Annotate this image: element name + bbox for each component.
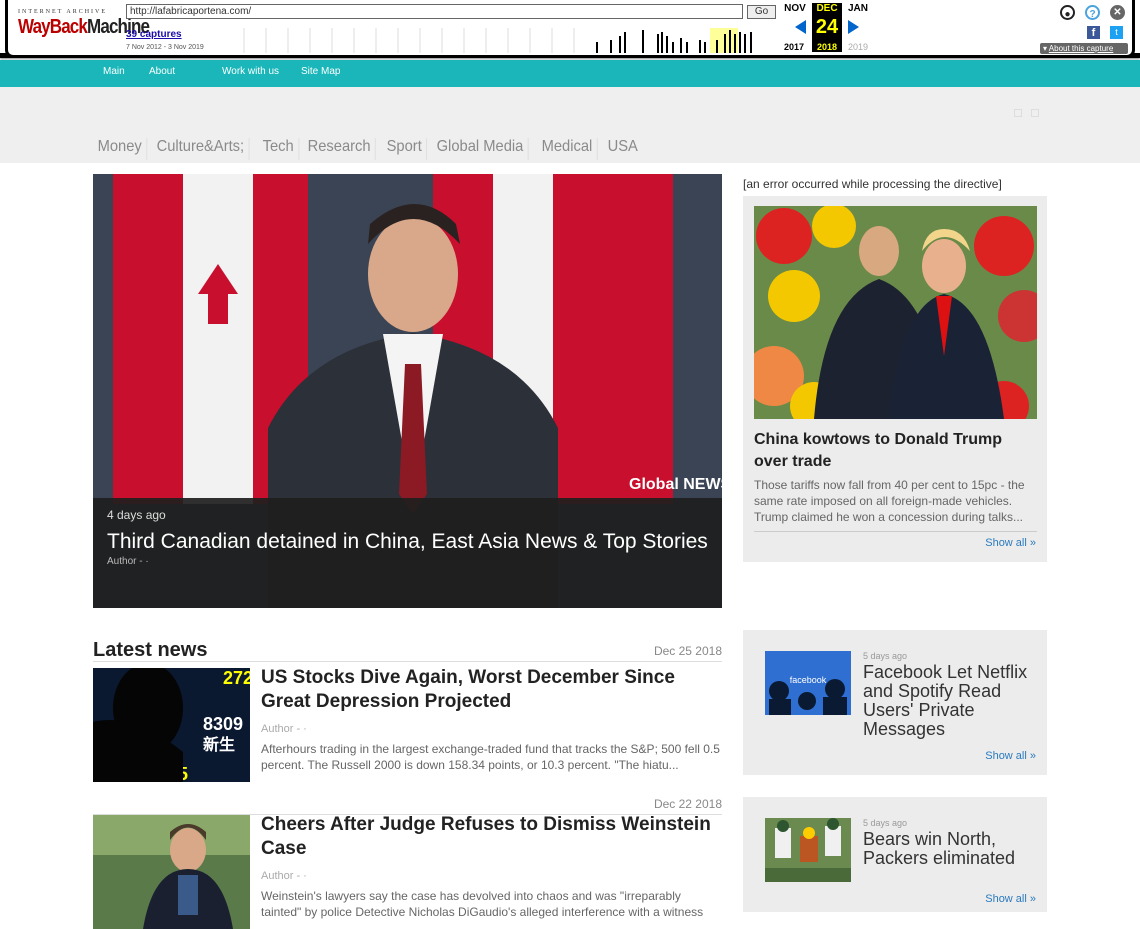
user-icon[interactable]: ●: [1060, 5, 1075, 20]
year-current: 2018: [812, 42, 842, 52]
capture-range: 7 Nov 2012 - 3 Nov 2019: [126, 44, 204, 51]
site-top-nav: Main About Work with us Site Map: [0, 60, 1140, 87]
facebook-story-image[interactable]: facebook: [765, 651, 851, 715]
sidebar-card-facebook: facebook 5 days ago Facebook Let Netflix…: [743, 630, 1047, 775]
sidebar-card-featured: China kowtows to Donald Trump over trade…: [743, 196, 1047, 562]
svg-text:新生: 新生: [203, 735, 235, 754]
category-usa[interactable]: USA: [603, 138, 642, 160]
global-news-logo: Global NEWS: [629, 476, 722, 493]
hero-caption: 4 days ago Third Canadian detained in Ch…: [93, 498, 722, 608]
url-input[interactable]: http://lafabricaportena.com/: [126, 4, 743, 19]
category-medical[interactable]: Medical: [537, 138, 598, 160]
day-current: 24: [812, 13, 842, 42]
news-author: Author - ·: [261, 723, 307, 735]
about-capture-label: About this capture: [1048, 44, 1114, 53]
svg-text:272: 272: [223, 668, 250, 688]
latest-news-heading: Latest news: [93, 639, 208, 661]
svg-text:8309: 8309: [203, 714, 243, 734]
news-summary: Weinstein's lawyers say the case has dev…: [261, 889, 704, 919]
nav-main-link[interactable]: Main: [103, 66, 125, 77]
about-capture-button[interactable]: ▾ About this capture: [1040, 43, 1128, 54]
facebook-story-time: 5 days ago: [863, 651, 908, 661]
divider: [93, 661, 722, 662]
month-prev[interactable]: NOV: [780, 3, 810, 14]
divider: [754, 531, 1037, 532]
hero-timestamp: 4 days ago: [107, 508, 166, 522]
bears-story-title[interactable]: Bears win North, Packers eliminated: [863, 830, 1038, 868]
category-global-media[interactable]: Global Media: [432, 138, 529, 160]
facebook-story-title[interactable]: Facebook Let Netflix and Spotify Read Us…: [863, 663, 1038, 739]
capture-sparkline[interactable]: [224, 28, 774, 53]
internet-archive-label: INTERNET ARCHIVE: [18, 9, 108, 15]
show-all-link[interactable]: Show all »: [985, 893, 1036, 905]
facebook-wordmark: facebook: [790, 675, 827, 685]
captures-link[interactable]: 39 captures: [126, 29, 182, 40]
category-research[interactable]: Research: [303, 138, 377, 160]
stocks-story-image[interactable]: 272 8309 新生 1846.5 ▲: [93, 668, 250, 782]
news-author: Author - ·: [261, 870, 307, 882]
featured-title[interactable]: China kowtows to Donald Trump over trade: [754, 429, 1037, 473]
category-culture-arts[interactable]: Culture&Arts;: [152, 138, 250, 160]
facebook-icon[interactable]: f: [1087, 26, 1100, 39]
category-nav: Money Culture&Arts; Tech Research Sport …: [93, 138, 646, 160]
next-capture-arrow-icon[interactable]: [848, 20, 859, 34]
wayback-toolbar: INTERNET ARCHIVE WayBackMachine http://l…: [0, 0, 1140, 58]
news-date: Dec 25 2018: [653, 644, 722, 658]
close-icon[interactable]: ✕: [1110, 5, 1125, 20]
show-all-link[interactable]: Show all »: [985, 537, 1036, 549]
hero-story[interactable]: Global NEWS 4 days ago Third Canadian de…: [93, 174, 722, 608]
news-summary: Afterhours trading in the largest exchan…: [261, 742, 720, 772]
featured-summary: Those tariffs now fall from 40 per cent …: [754, 478, 1025, 524]
month-next[interactable]: JAN: [843, 3, 873, 14]
slider-dot[interactable]: [1031, 109, 1039, 117]
nav-work-link[interactable]: Work with us: [222, 66, 279, 77]
hero-title[interactable]: Third Canadian detained in China, East A…: [107, 526, 708, 558]
trump-xi-image[interactable]: [754, 206, 1037, 419]
year-prev[interactable]: 2017: [779, 42, 809, 52]
news-date: Dec 22 2018: [653, 797, 722, 811]
directive-error: [an error occurred while processing the …: [743, 177, 1002, 191]
bears-story-image[interactable]: [765, 818, 851, 882]
nav-sitemap-link[interactable]: Site Map: [301, 66, 340, 77]
category-sport[interactable]: Sport: [382, 138, 428, 160]
category-money[interactable]: Money: [93, 138, 148, 160]
show-all-link[interactable]: Show all »: [985, 750, 1036, 762]
sidebar-card-bears: 5 days ago Bears win North, Packers elim…: [743, 797, 1047, 912]
nav-about-link[interactable]: About: [149, 66, 175, 77]
wayback-logo-part1: WayBack: [18, 16, 88, 38]
category-tech[interactable]: Tech: [258, 138, 300, 160]
bears-story-time: 5 days ago: [863, 818, 908, 828]
twitter-icon[interactable]: t: [1110, 26, 1123, 39]
year-next[interactable]: 2019: [843, 42, 873, 52]
go-button[interactable]: Go: [747, 5, 776, 19]
help-icon[interactable]: ?: [1085, 5, 1100, 20]
slider-dot[interactable]: [1014, 109, 1022, 117]
prev-capture-arrow-icon[interactable]: [795, 20, 806, 34]
news-title[interactable]: Cheers After Judge Refuses to Dismiss We…: [261, 813, 721, 861]
news-title[interactable]: US Stocks Dive Again, Worst December Sin…: [261, 666, 721, 714]
